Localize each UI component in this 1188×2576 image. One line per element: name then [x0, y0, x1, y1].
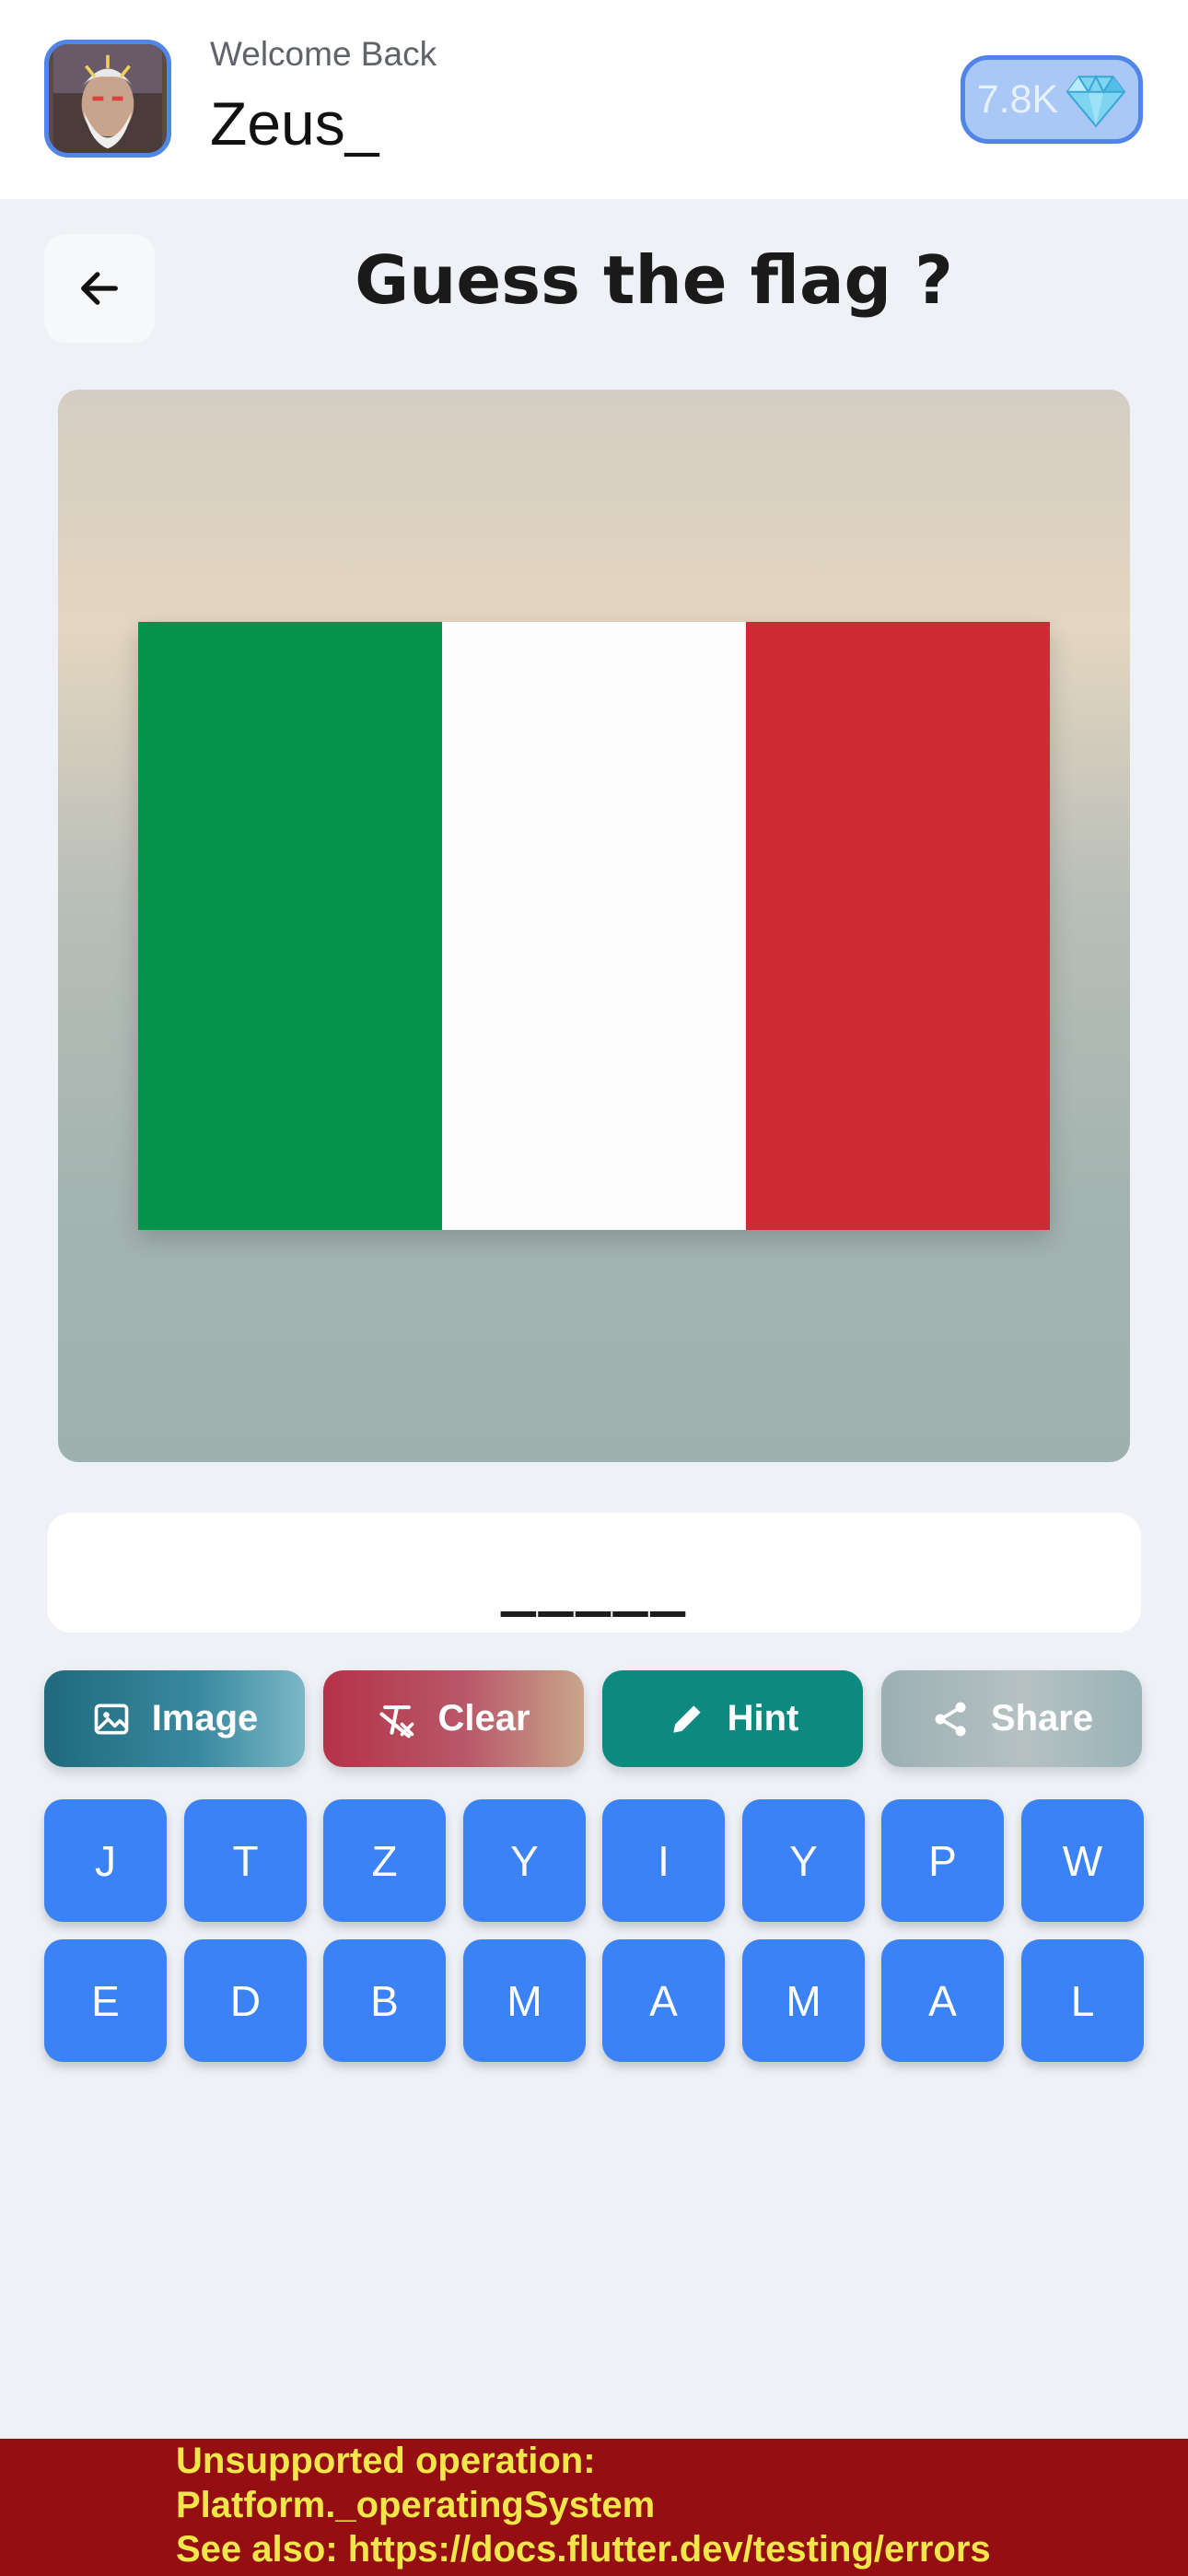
letter-key[interactable]: Y: [463, 1799, 586, 1922]
zeus-avatar-image: [53, 44, 162, 153]
letter-key[interactable]: A: [602, 1939, 725, 2062]
hint-button-label: Hint: [727, 1698, 799, 1739]
welcome-label: Welcome Back: [210, 35, 437, 73]
error-line-1: Unsupported operation:: [176, 2441, 596, 2481]
letter-key[interactable]: T: [184, 1799, 307, 1922]
answer-field[interactable]: _____: [47, 1513, 1141, 1633]
letter-key[interactable]: Y: [742, 1799, 865, 1922]
flag-stripe-white: [442, 622, 746, 1230]
top-header: Welcome Back Zeus_ 7.8K: [0, 0, 1188, 199]
letter-key[interactable]: D: [184, 1939, 307, 2062]
letter-key[interactable]: A: [881, 1939, 1004, 2062]
share-button-label: Share: [990, 1698, 1094, 1739]
gem-balance-badge[interactable]: 7.8K: [961, 55, 1143, 144]
image-icon: [94, 1704, 129, 1734]
error-banner: Unsupported operation: Platform._operati…: [0, 2439, 1188, 2576]
letter-key[interactable]: E: [44, 1939, 167, 2062]
flag-card: [58, 390, 1130, 1462]
answer-slots: _____: [500, 1550, 688, 1618]
hint-button[interactable]: Hint: [602, 1670, 863, 1767]
letter-key[interactable]: Z: [323, 1799, 446, 1922]
pencil-icon: [672, 1704, 701, 1733]
share-icon: [935, 1702, 966, 1736]
gem-count: 7.8K: [976, 76, 1059, 122]
letter-key[interactable]: B: [323, 1939, 446, 2062]
letter-key[interactable]: M: [463, 1939, 586, 2062]
image-button-label: Image: [151, 1698, 259, 1739]
flag-stripe-green: [138, 622, 442, 1230]
letter-key[interactable]: I: [602, 1799, 725, 1922]
back-button[interactable]: [44, 234, 155, 343]
arrow-left-icon: [81, 272, 118, 305]
flag-image: [138, 622, 1050, 1230]
letter-key[interactable]: W: [1021, 1799, 1144, 1922]
clear-format-icon: [379, 1704, 414, 1738]
letter-key[interactable]: P: [881, 1799, 1004, 1922]
error-line-2: Platform._operatingSystem: [176, 2485, 656, 2525]
image-button[interactable]: Image: [44, 1670, 305, 1767]
letter-key[interactable]: J: [44, 1799, 167, 1922]
diamond-icon: [1066, 74, 1126, 128]
clear-button-label: Clear: [437, 1698, 530, 1739]
letter-key[interactable]: M: [742, 1939, 865, 2062]
page-title: Guess the flag ?: [355, 241, 953, 319]
username: Zeus_: [210, 89, 379, 158]
letter-key[interactable]: L: [1021, 1939, 1144, 2062]
clear-button[interactable]: Clear: [323, 1670, 584, 1767]
share-button[interactable]: Share: [881, 1670, 1142, 1767]
flag-stripe-red: [746, 622, 1050, 1230]
avatar[interactable]: [44, 40, 171, 158]
error-line-3: See also: https://docs.flutter.dev/testi…: [176, 2529, 991, 2570]
